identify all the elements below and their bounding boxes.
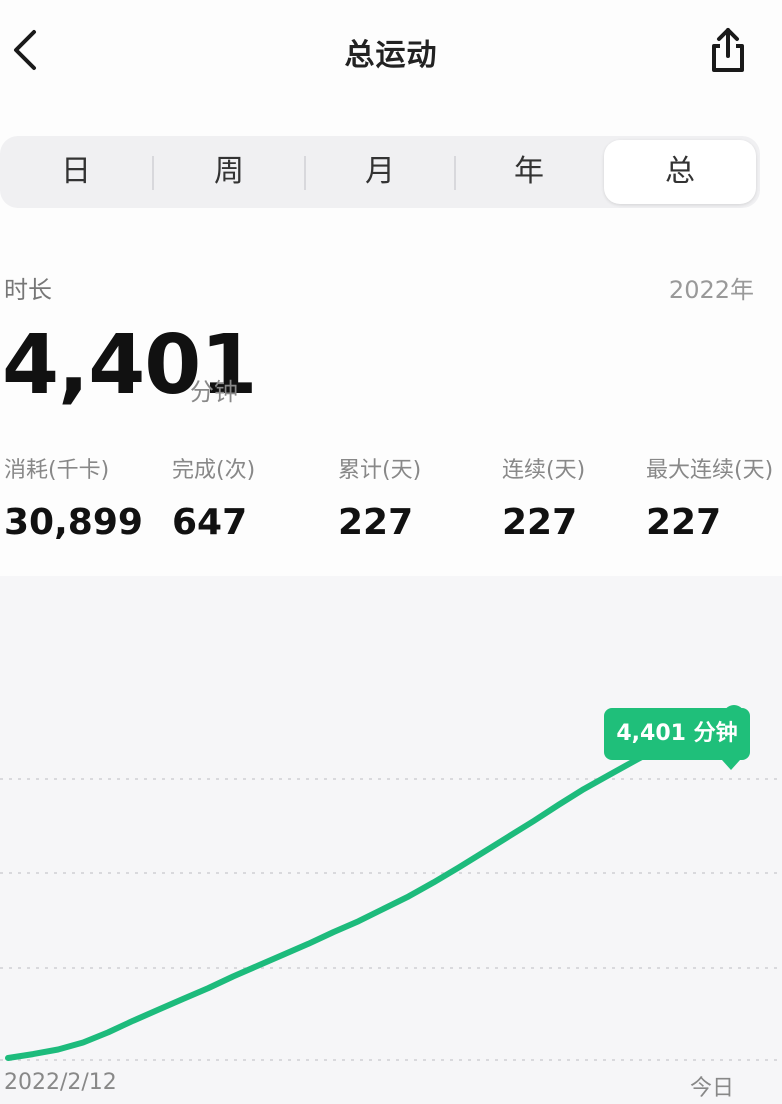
chart-area xyxy=(0,576,782,1104)
duration-label: 时长 xyxy=(4,276,52,304)
page-title: 总运动 xyxy=(344,38,438,73)
stat-label: 完成(次) xyxy=(172,458,256,483)
x-axis-start-label: 2022/2/12 xyxy=(4,1070,117,1095)
stat-value: 227 xyxy=(502,502,578,543)
page: 总运动 日 周 月 年 总 时长 2022年 4,401 分钟 消耗(千卡) 3… xyxy=(0,0,782,1104)
tab-week[interactable]: 周 xyxy=(154,136,304,208)
header: 总运动 xyxy=(0,0,782,110)
share-icon xyxy=(712,28,744,72)
stat-calories: 消耗(千卡) 30,899 xyxy=(4,452,143,543)
x-axis-end-label: 今日 xyxy=(690,1076,735,1101)
tab-day[interactable]: 日 xyxy=(0,136,152,208)
year-label: 2022年 xyxy=(668,276,754,304)
tab-year[interactable]: 年 xyxy=(456,136,602,208)
stat-label: 最大连续(天) xyxy=(646,458,774,483)
total-duration-unit: 分钟 xyxy=(190,378,238,406)
cumulative-duration-chart xyxy=(0,705,782,1061)
tab-total[interactable]: 总 xyxy=(604,140,756,204)
series-line xyxy=(5,713,737,1061)
stat-value: 647 xyxy=(172,502,248,543)
stat-label: 连续(天) xyxy=(502,458,586,483)
stat-total-days: 累计(天) 227 xyxy=(338,452,421,543)
stat-completed: 完成(次) 647 xyxy=(172,452,255,543)
stat-max-streak: 最大连续(天) 227 xyxy=(646,452,773,543)
stat-value: 227 xyxy=(338,502,414,543)
stat-value: 227 xyxy=(646,502,722,543)
stat-label: 累计(天) xyxy=(338,458,422,483)
period-tabs: 日 周 月 年 总 xyxy=(0,136,760,208)
share-button[interactable] xyxy=(700,22,756,78)
stat-value: 30,899 xyxy=(4,502,143,543)
stat-streak: 连续(天) 227 xyxy=(502,452,585,543)
tab-month[interactable]: 月 xyxy=(306,136,454,208)
stat-label: 消耗(千卡) xyxy=(4,458,110,483)
chart-tooltip: 4,401 分钟 xyxy=(604,708,750,770)
